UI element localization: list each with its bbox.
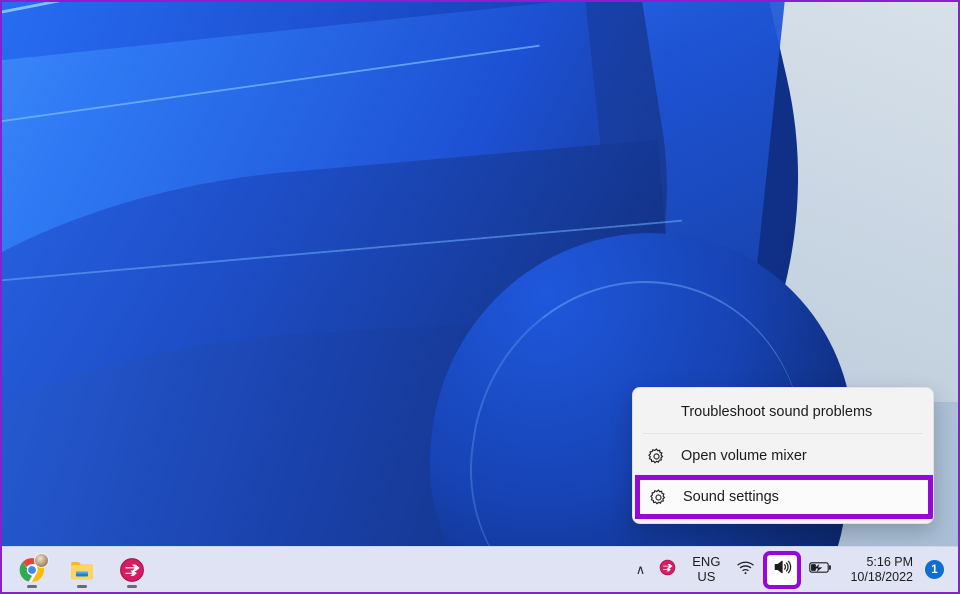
running-indicator <box>77 585 87 588</box>
red-circle-arrow-icon <box>659 559 676 581</box>
notification-count-badge: 1 <box>925 560 944 579</box>
menu-item-troubleshoot-sound-problems[interactable]: Troubleshoot sound problems <box>633 393 933 431</box>
chrome-icon <box>19 557 45 583</box>
screen: Troubleshoot sound problems Open volume … <box>0 0 960 594</box>
gear-icon <box>645 445 667 467</box>
menu-item-label: Troubleshoot sound problems <box>681 404 872 420</box>
volume-button[interactable] <box>767 555 797 585</box>
menu-separator <box>643 433 923 434</box>
clock-button[interactable]: 5:16 PM 10/18/2022 <box>840 551 921 589</box>
menu-item-label: Open volume mixer <box>681 448 807 464</box>
language-line-2: US <box>697 570 715 584</box>
network-button[interactable] <box>729 551 762 589</box>
taskbar-item-chrome[interactable] <box>10 550 54 590</box>
menu-item-sound-settings[interactable]: Sound settings <box>639 479 929 515</box>
clock-time: 5:16 PM <box>866 555 913 570</box>
menu-item-label: Sound settings <box>683 489 779 505</box>
language-indicator[interactable]: ENG US <box>683 551 729 589</box>
speaker-icon <box>772 557 792 582</box>
gear-icon <box>647 486 669 508</box>
language-line-1: ENG <box>692 555 720 569</box>
running-indicator <box>127 585 137 588</box>
wifi-icon <box>736 558 755 582</box>
taskbar: ∧ ENG US <box>2 546 958 592</box>
battery-button[interactable] <box>802 551 840 589</box>
volume-context-menu: Troubleshoot sound problems Open volume … <box>632 387 934 524</box>
show-hidden-icons-button[interactable]: ∧ <box>629 551 653 589</box>
red-circle-arrow-icon <box>119 557 145 583</box>
taskbar-app-area <box>2 550 154 590</box>
taskbar-item-pinned-app[interactable] <box>110 550 154 590</box>
notification-center-button[interactable]: 1 <box>921 551 950 589</box>
battery-charging-icon <box>809 558 833 582</box>
folder-icon <box>69 557 95 583</box>
taskbar-item-file-explorer[interactable] <box>60 550 104 590</box>
chevron-up-icon: ∧ <box>636 562 646 578</box>
tray-app-icon-button[interactable] <box>652 551 683 589</box>
clock-date: 10/18/2022 <box>850 570 913 585</box>
running-indicator <box>27 585 37 588</box>
system-tray: ∧ ENG US <box>629 547 958 592</box>
avatar <box>34 553 49 568</box>
menu-item-open-volume-mixer[interactable]: Open volume mixer <box>633 437 933 475</box>
